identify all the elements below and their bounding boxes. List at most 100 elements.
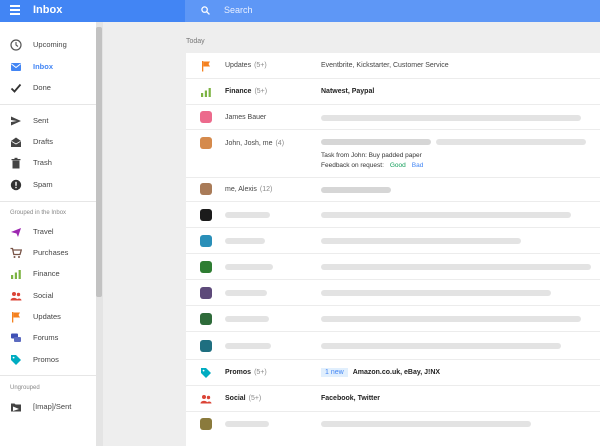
sidebar-item-purchases[interactable]: Purchases	[0, 243, 96, 263]
sidebar-item-label: Purchases	[33, 248, 69, 257]
row-sender: Updates (5+)	[225, 62, 267, 69]
search-input[interactable]: Search	[224, 5, 253, 15]
hamburger-menu-icon[interactable]	[10, 5, 20, 16]
message-count: (5+)	[248, 395, 262, 402]
flag-icon	[202, 61, 210, 72]
avatar	[200, 287, 212, 299]
sidebar-item-label: Updates	[33, 312, 61, 321]
message-count: (5+)	[254, 369, 267, 376]
sidebar-item-label: [Imap]/Sent	[33, 402, 72, 411]
tag-icon	[201, 368, 211, 378]
send-icon	[11, 116, 21, 126]
bundle-row-finance[interactable]: Finance (5+) Natwest, Paypal	[186, 79, 600, 105]
trash-icon	[11, 157, 21, 169]
sidebar-item-label: Trash	[33, 158, 52, 167]
message-row[interactable]	[186, 202, 600, 228]
sidebar-item-done[interactable]: Done	[0, 78, 96, 98]
search-icon[interactable]	[201, 6, 210, 15]
sender-name: James Bauer	[225, 114, 267, 121]
message-row[interactable]	[186, 412, 600, 446]
bundle-row-social[interactable]: Social (5+) Facebook, Twitter	[186, 386, 600, 412]
avatar	[200, 261, 212, 273]
sidebar-item-label: Done	[33, 83, 51, 92]
task-text: Task from John: Buy padded paper	[321, 152, 422, 159]
message-row[interactable]	[186, 306, 600, 332]
sidebar-item-drafts[interactable]: Drafts	[0, 132, 96, 152]
sidebar-item-label: Social	[33, 291, 54, 300]
forum-icon	[11, 333, 21, 342]
blurred-snippet	[321, 316, 581, 322]
sidebar-item-imap-sent[interactable]: [Imap]/Sent	[0, 397, 96, 417]
blurred-snippet	[321, 115, 581, 121]
summary-text: Amazon.co.uk, eBay, J!NX	[352, 369, 441, 376]
avatar	[200, 209, 212, 221]
row-sender: Finance (5+)	[225, 88, 267, 95]
message-row[interactable]: James Bauer	[186, 105, 600, 130]
sender-name: Finance	[225, 88, 252, 95]
message-row[interactable]	[186, 332, 600, 360]
blurred-snippet	[321, 238, 521, 244]
sidebar-item-spam[interactable]: Spam	[0, 175, 96, 195]
clock-icon	[10, 39, 22, 51]
message-row[interactable]	[186, 254, 600, 280]
sidebar-scrollbar-thumb[interactable]	[96, 27, 102, 297]
checkmark-icon	[10, 83, 22, 93]
sidebar-item-label: Travel	[33, 227, 54, 236]
message-row[interactable]	[186, 228, 600, 254]
top-bar: Inbox Search	[0, 0, 600, 22]
sidebar-item-updates[interactable]: Updates	[0, 307, 96, 327]
bundle-row-updates[interactable]: Updates (5+) Eventbrite, Kickstarter, Cus…	[186, 53, 600, 79]
blurred-subject	[321, 139, 431, 145]
feedback-good-button[interactable]: Good	[390, 162, 406, 169]
cart-icon	[10, 247, 22, 258]
sender-name: me, Alexis	[225, 186, 257, 193]
new-badge: 1 new	[321, 368, 348, 377]
blurred-sender	[225, 343, 271, 349]
sidebar-item-upcoming[interactable]: Upcoming	[0, 35, 96, 55]
sidebar-item-social[interactable]: Social	[0, 286, 96, 306]
folder-icon	[11, 403, 21, 412]
sidebar-item-inbox[interactable]: Inbox	[0, 57, 96, 77]
search-box[interactable]: Search	[185, 0, 600, 22]
sidebar-item-sent[interactable]: Sent	[0, 111, 96, 131]
plane-icon	[11, 228, 21, 237]
sender-name: John, Josh, me	[225, 140, 273, 147]
blurred-sender	[225, 212, 270, 218]
feedback-label: Feedback on request:	[321, 162, 384, 169]
blurred-sender	[225, 316, 269, 322]
message-count: (12)	[259, 186, 273, 193]
sidebar-divider	[0, 201, 96, 202]
avatar	[200, 111, 212, 123]
people-icon	[200, 395, 212, 404]
bundle-row-promos[interactable]: Promos (5+) 1 new Amazon.co.uk, eBay, J!NX	[186, 360, 600, 386]
sidebar-item-finance[interactable]: Finance	[0, 264, 96, 284]
spam-icon	[10, 179, 22, 191]
sidebar-item-forums[interactable]: Forums	[0, 328, 96, 348]
row-summary: Facebook, Twitter	[321, 395, 380, 402]
sidebar-divider	[0, 104, 96, 105]
grouped-section-header: Grouped in the Inbox	[10, 210, 67, 216]
blurred-snippet	[321, 212, 571, 218]
avatar	[200, 418, 212, 430]
app-title: Inbox	[33, 4, 63, 16]
sidebar-item-trash[interactable]: Trash	[0, 153, 96, 173]
row-sender: John, Josh, me (4)	[225, 140, 284, 147]
row-summary: 1 new Amazon.co.uk, eBay, J!NX	[321, 368, 440, 377]
finance-icon	[201, 88, 211, 97]
avatar	[200, 137, 212, 149]
message-row[interactable]: John, Josh, me (4) Task from John: Buy pa…	[186, 130, 600, 178]
message-row[interactable]	[186, 280, 600, 306]
feedback-bad-button[interactable]: Bad	[412, 162, 424, 169]
drafts-icon	[11, 137, 21, 147]
blurred-snippet	[321, 421, 531, 427]
flag-icon	[12, 312, 20, 323]
row-summary: Natwest, Paypal	[321, 88, 375, 95]
date-header: Today	[186, 38, 205, 45]
sidebar-item-promos[interactable]: Promos	[0, 350, 96, 370]
sidebar-item-travel[interactable]: Travel	[0, 222, 96, 242]
sidebar-divider	[0, 375, 96, 376]
blurred-sender	[225, 421, 269, 427]
avatar	[200, 235, 212, 247]
sidebar-item-label: Sent	[33, 116, 49, 125]
message-row[interactable]: me, Alexis (12)	[186, 178, 600, 202]
